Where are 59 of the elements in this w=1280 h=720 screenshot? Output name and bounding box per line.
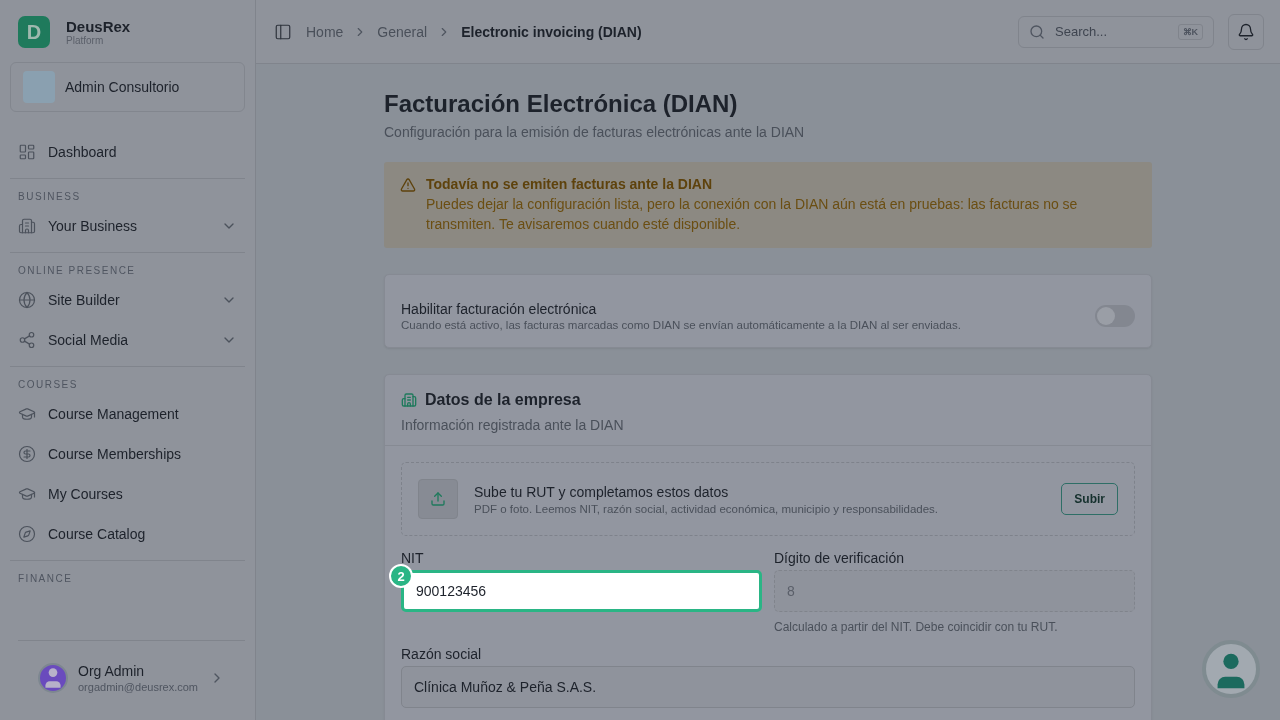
nav-item[interactable]: Course Management — [10, 394, 245, 434]
field-help: Calculado a partir del NIT. Debe coincidir con tu RUT. — [774, 620, 1059, 634]
step-badge: 2 — [389, 564, 413, 588]
field-label: NIT — [401, 550, 425, 566]
section-title: FINANCE — [17, 573, 74, 586]
shortcut-hint: ⌘K — [1177, 23, 1203, 40]
toggle-switch[interactable] — [1095, 305, 1135, 327]
setting-title: Habilitar facturación electrónica — [401, 301, 598, 317]
warning-icon — [400, 177, 416, 193]
section-title: BUSINESS — [17, 191, 82, 204]
upload-dropzone[interactable]: Sube tu RUT y completamos estos datos PDF o foto. Leemos NIT, razón social, actividad económica, municipio y responsabilidades. Subir — [401, 462, 1135, 536]
page-title: Facturación Electrónica (DIAN) — [384, 90, 739, 118]
sidebar-toggle-icon[interactable] — [274, 22, 292, 41]
avatar-icon — [38, 662, 68, 693]
warning-title: Todavía no se emiten facturas ante la DIAN — [426, 176, 714, 192]
upload-button[interactable]: Subir — [1061, 483, 1118, 515]
breadcrumb-link[interactable]: Electronic invoicing (DIAN) — [461, 23, 642, 40]
user-email: orgadmin@deusrex.com — [78, 680, 199, 693]
upload-description: PDF o foto. Leemos NIT, razón social, actividad económica, municipio y responsabilidades. — [474, 502, 940, 515]
nav-item[interactable]: Social Media — [10, 320, 245, 360]
nav-item[interactable]: Your Business — [10, 206, 245, 246]
upload-title: Sube tu RUT y completamos estos datos — [474, 483, 730, 500]
nav-icon — [18, 525, 36, 543]
nav-icon — [18, 405, 36, 423]
section-title: COURSES — [17, 379, 79, 392]
organization-switcher[interactable]: Admin Consultorio — [10, 62, 245, 112]
nav-item[interactable]: Course Catalog — [10, 514, 245, 554]
organization-name: Admin Consultorio — [65, 79, 180, 95]
field-label: Dígito de verificación — [774, 550, 905, 566]
user-menu[interactable]: Org Admin orgadmin@deusrex.com — [18, 640, 245, 720]
field-label: Razón social — [401, 646, 483, 662]
nav-icon — [18, 445, 36, 463]
input-field[interactable]: Clínica Muñoz & Peña S.A.S. — [401, 666, 1135, 708]
nav-icon — [18, 217, 36, 235]
card-title: Datos de la empresa — [425, 391, 581, 409]
nav-icon — [18, 485, 36, 503]
brand-name: DeusRex — [66, 18, 131, 35]
nav-item[interactable]: Course Memberships — [10, 434, 245, 474]
building-icon — [401, 392, 417, 408]
bell-icon — [1237, 22, 1255, 41]
page-subtitle: Configuración para la emisión de facturas electrónicas ante la DIAN — [384, 124, 806, 140]
breadcrumb-link[interactable]: General — [377, 23, 428, 40]
notifications-button[interactable] — [1228, 13, 1264, 50]
section-title: ONLINE PRESENCE — [17, 265, 137, 278]
search-icon — [1029, 23, 1045, 40]
user-name: Org Admin — [78, 662, 146, 679]
nav-icon — [18, 291, 36, 309]
nav-item[interactable]: Dashboard — [10, 132, 245, 172]
brand-logo: D — [18, 16, 50, 48]
nav-icon — [18, 143, 36, 161]
breadcrumb-link[interactable]: Home — [306, 23, 344, 40]
search-input[interactable]: Search... — [1053, 23, 1170, 40]
nav-icon — [18, 331, 36, 349]
setting-description: Cuando está activo, las facturas marcadas como DIAN se envían automáticamente a la DIAN al ser enviadas. — [401, 319, 962, 331]
card-subtitle: Información registrada ante la DIAN — [401, 417, 625, 433]
nav-item[interactable]: My Courses — [10, 474, 245, 514]
nav-item[interactable]: Site Builder — [10, 280, 245, 320]
upload-icon — [418, 479, 458, 519]
warning-message: Puedes dejar la configuración lista, pero la conexión con la DIAN aún está en pruebas: las facturas no se transmiten. Te avisaremos cuando esté disponible. — [426, 195, 1079, 234]
